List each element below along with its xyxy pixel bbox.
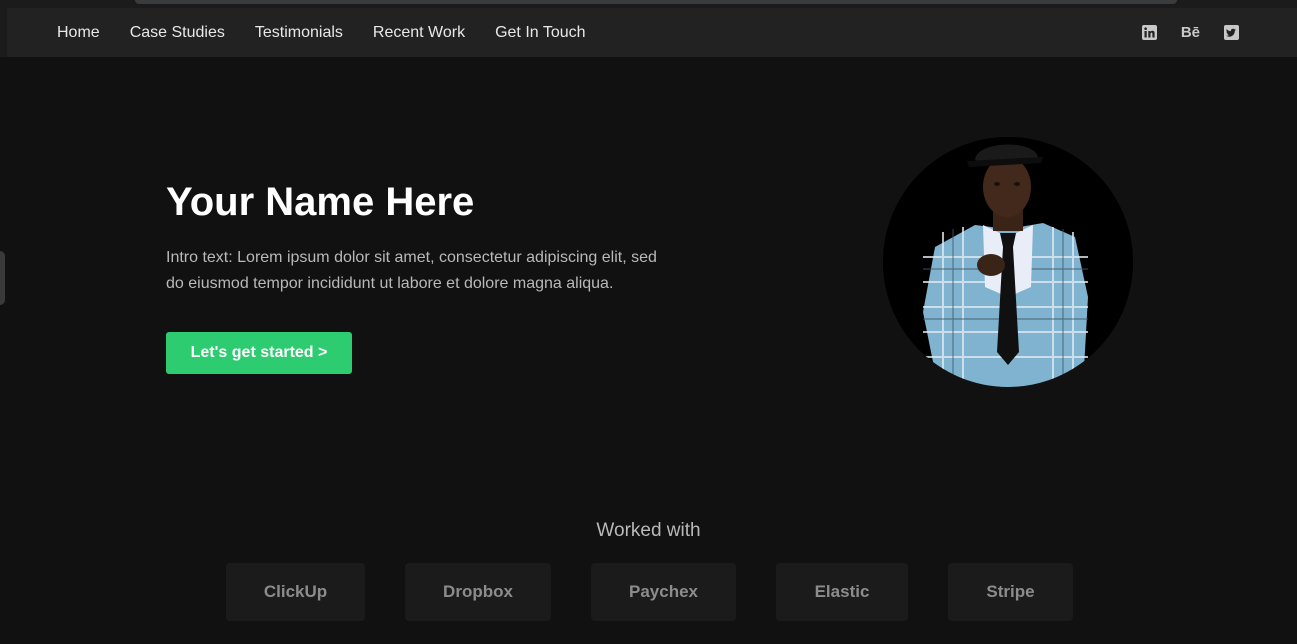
- profile-photo: [883, 137, 1133, 387]
- worked-with-title: Worked with: [596, 520, 701, 541]
- nav-link-recent-work[interactable]: Recent Work: [373, 24, 465, 42]
- logo-stripe: Stripe: [948, 563, 1073, 621]
- logo-elastic: Elastic: [776, 563, 908, 621]
- get-started-button[interactable]: Let's get started >: [166, 332, 352, 374]
- page: Home Case Studies Testimonials Recent Wo…: [0, 0, 1297, 644]
- left-edge: [0, 0, 7, 57]
- nav-link-testimonials[interactable]: Testimonials: [255, 24, 343, 42]
- behance-icon[interactable]: Bē: [1181, 24, 1200, 41]
- twitter-icon[interactable]: [1224, 25, 1239, 40]
- logo-clickup: ClickUp: [226, 563, 365, 621]
- nav-links: Home Case Studies Testimonials Recent Wo…: [57, 8, 616, 57]
- hero-intro-text: Intro text: Lorem ipsum dolor sit amet, …: [166, 249, 657, 292]
- social-links: Bē: [1118, 8, 1239, 57]
- linkedin-icon[interactable]: [1141, 25, 1157, 40]
- nav-link-case-studies[interactable]: Case Studies: [130, 24, 225, 42]
- hero-title: Your Name Here: [166, 180, 475, 224]
- navbar: Home Case Studies Testimonials Recent Wo…: [7, 8, 1297, 57]
- nav-link-home[interactable]: Home: [57, 24, 100, 42]
- logo-paychex: Paychex: [591, 563, 736, 621]
- logo-dropbox: Dropbox: [405, 563, 551, 621]
- side-drawer-handle[interactable]: [0, 251, 5, 305]
- scroll-indicator-bar: [135, 0, 1177, 4]
- nav-link-get-in-touch[interactable]: Get In Touch: [495, 24, 585, 42]
